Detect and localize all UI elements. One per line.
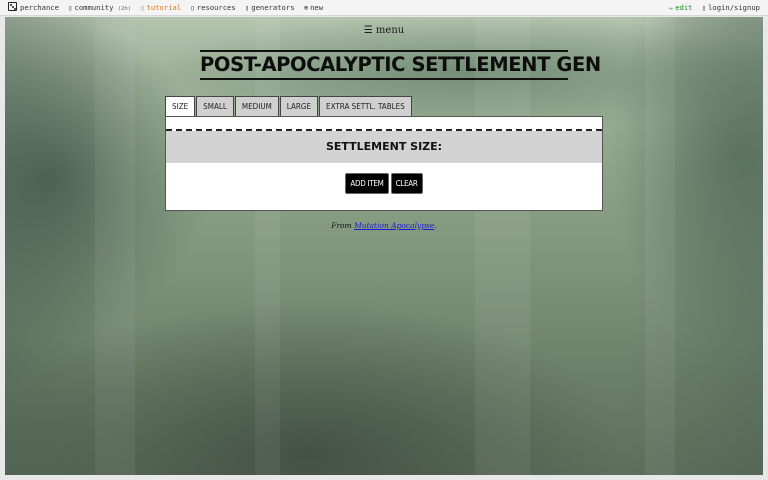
background-streak [475, 17, 530, 475]
new-link[interactable]: ⊕ new [304, 0, 323, 16]
plus-circle-icon: ⊕ [303, 4, 309, 12]
credit-link[interactable]: Mutation Apocalypse [354, 221, 434, 230]
credit-suffix: . [434, 221, 437, 230]
menu-toggle[interactable]: ☰ menu [5, 25, 763, 36]
resources-label: resources [196, 3, 236, 12]
tutorial-link[interactable]: ▯ tutorial [140, 0, 181, 16]
credit-prefix: From [331, 221, 355, 230]
login-link[interactable]: ▯ login/signup [702, 0, 760, 16]
pencil-icon: ✏ [668, 4, 674, 12]
edit-link[interactable]: ✏ edit [669, 0, 693, 16]
panel-buttons: ADD ITEM CLEAR [166, 173, 602, 194]
panel-heading: SETTLEMENT SIZE: [166, 131, 602, 163]
tab-extra-settl-tables[interactable]: EXTRA SETTL. TABLES [319, 96, 412, 117]
background-stage: ☰ menu POST-APOCALYPTIC SETTLEMENT GEN S… [5, 17, 763, 475]
tab-panel: SETTLEMENT SIZE: ADD ITEM CLEAR [165, 116, 603, 211]
chat-icon: ▯ [68, 4, 73, 12]
login-label: login/signup [708, 3, 760, 12]
tutorial-label: tutorial [146, 3, 182, 12]
page-title: POST-APOCALYPTIC SETTLEMENT GEN [200, 50, 601, 80]
top-nav-bar: perchance ▯ community (2h) ▯ tutorial ▯ res… [0, 0, 768, 16]
generators-link[interactable]: ▯ generators [245, 0, 295, 16]
edit-label: edit [675, 3, 693, 12]
community-count: (2h) [117, 6, 132, 12]
generators-label: generators [251, 3, 295, 12]
add-item-button[interactable]: ADD ITEM [345, 173, 389, 194]
folder-icon: ▯ [190, 4, 195, 12]
new-label: new [310, 3, 324, 12]
background-streak [255, 17, 280, 475]
tab-medium[interactable]: MEDIUM [234, 96, 279, 117]
book-icon: ▯ [140, 4, 145, 12]
community-label: community [74, 3, 114, 12]
background-streak [645, 17, 675, 475]
community-link[interactable]: ▯ community (2h) [68, 0, 131, 17]
tab-size[interactable]: SIZE [165, 96, 196, 117]
tab-large[interactable]: LARGE [279, 96, 319, 117]
brand-label: perchance [20, 3, 59, 12]
credit-line: From Mutation Apocalypse. [5, 221, 763, 230]
tab-bar: SIZE SMALL MEDIUM LARGE EXTRA SETTL. TABLES [165, 96, 413, 117]
brand-link[interactable]: perchance [8, 0, 59, 16]
background-streak [95, 17, 135, 475]
resources-link[interactable]: ▯ resources [191, 0, 236, 16]
clear-button[interactable]: CLEAR [390, 173, 423, 194]
top-nav-left: perchance ▯ community (2h) ▯ tutorial ▯ res… [8, 0, 328, 17]
gear-icon: ▯ [245, 4, 250, 12]
top-nav-right: ✏ edit ▯ login/signup [669, 0, 760, 16]
tab-small[interactable]: SMALL [196, 96, 234, 117]
dice-icon [8, 2, 17, 11]
user-icon: ▯ [701, 4, 707, 12]
